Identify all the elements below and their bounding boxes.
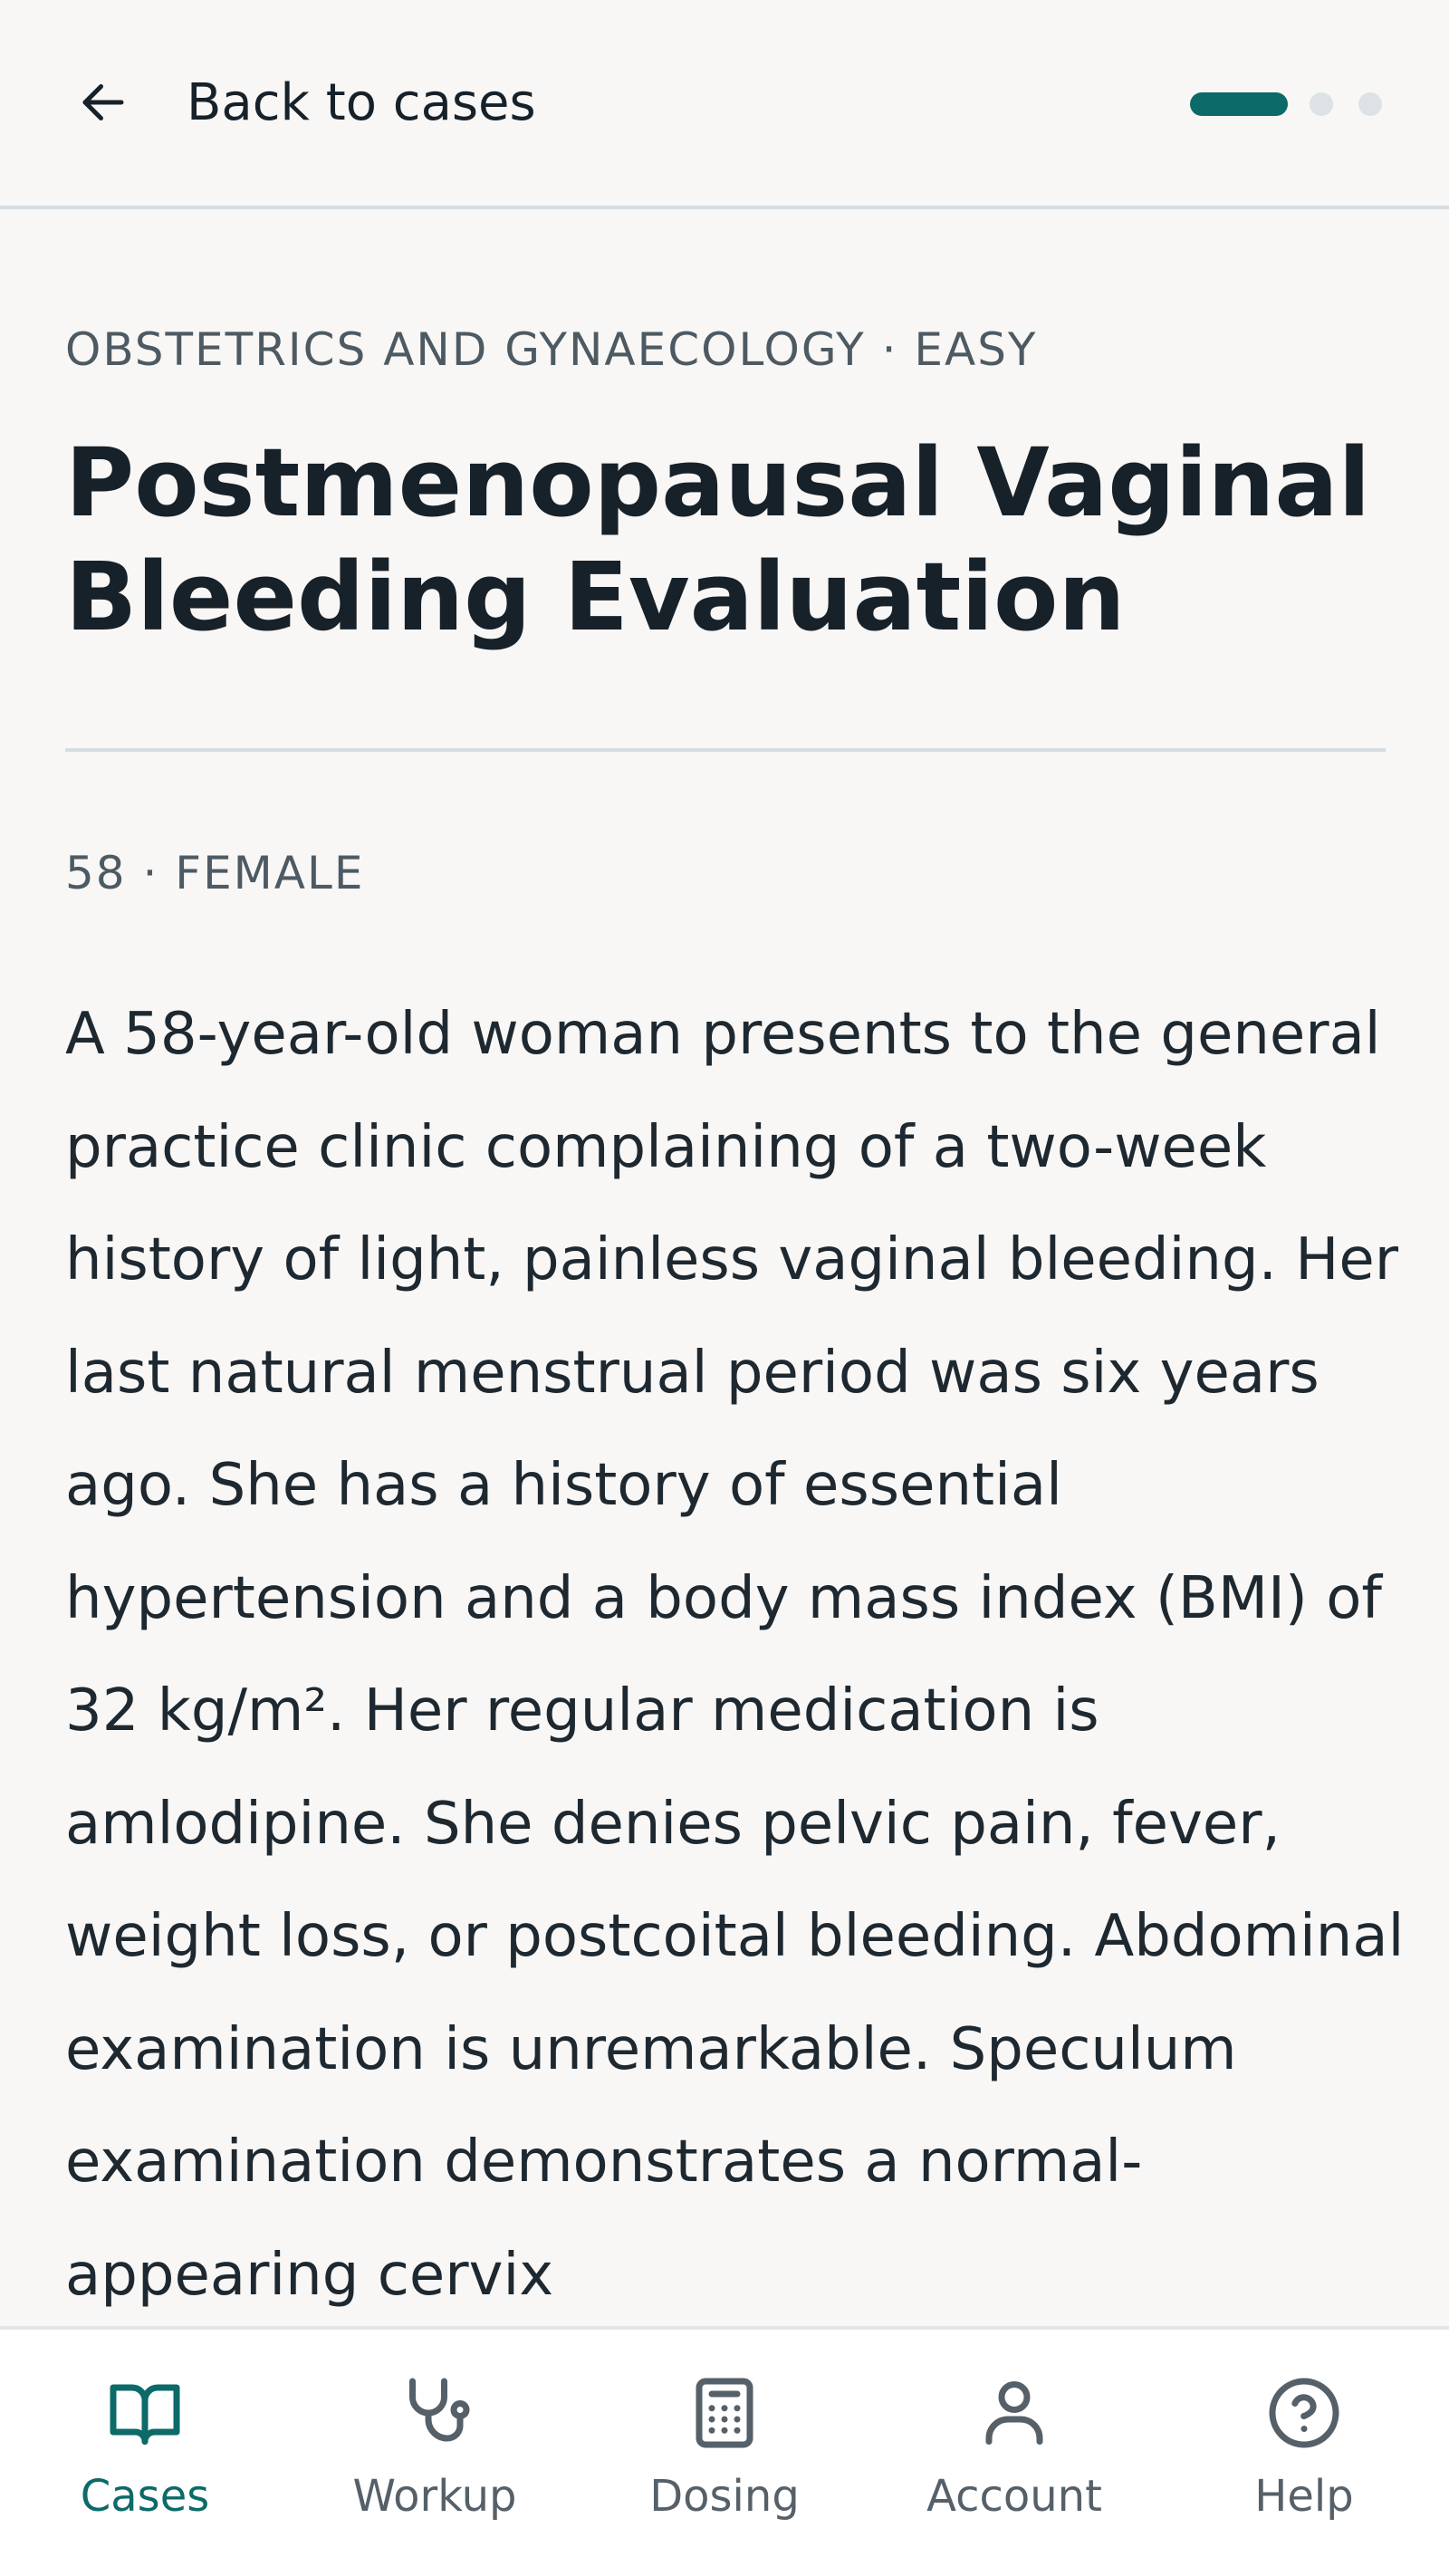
top-bar: Back to cases (0, 0, 1449, 209)
nav-item-account[interactable]: Account (869, 2330, 1159, 2576)
back-to-cases-link[interactable]: Back to cases (187, 71, 536, 136)
progress-step-2 (1310, 92, 1333, 116)
stethoscope-icon (409, 2378, 470, 2442)
nav-label-cases: Cases (80, 2471, 210, 2522)
progress-step-1-active (1190, 92, 1288, 116)
section-divider (65, 748, 1386, 752)
case-category: OBSTETRICS AND GYNAECOLOGY · EASY (65, 323, 1038, 376)
user-icon (985, 2381, 1043, 2445)
calculator-icon (696, 2378, 753, 2448)
nav-label-dosing: Dosing (649, 2471, 800, 2522)
nav-item-help[interactable]: Help (1159, 2330, 1449, 2576)
case-title: Postmenopausal Vaginal Bleeding Evaluati… (65, 428, 1371, 652)
nav-item-dosing[interactable]: Dosing (580, 2330, 869, 2576)
bottom-navigation: Cases Workup Dosing Account Help (0, 2326, 1449, 2576)
nav-label-account: Account (926, 2471, 1102, 2522)
nav-item-workup[interactable]: Workup (290, 2330, 580, 2576)
arrow-left-icon[interactable] (76, 75, 130, 130)
nav-item-cases[interactable]: Cases (0, 2330, 290, 2576)
nav-label-workup: Workup (352, 2471, 517, 2522)
patient-demographics: 58 · FEMALE (65, 847, 365, 899)
case-vignette: A 58-year-old woman presents to the gene… (65, 1001, 1405, 2309)
help-circle-icon (1269, 2378, 1339, 2448)
nav-label-help: Help (1254, 2471, 1354, 2522)
progress-step-3 (1358, 92, 1382, 116)
book-open-icon (110, 2384, 180, 2445)
